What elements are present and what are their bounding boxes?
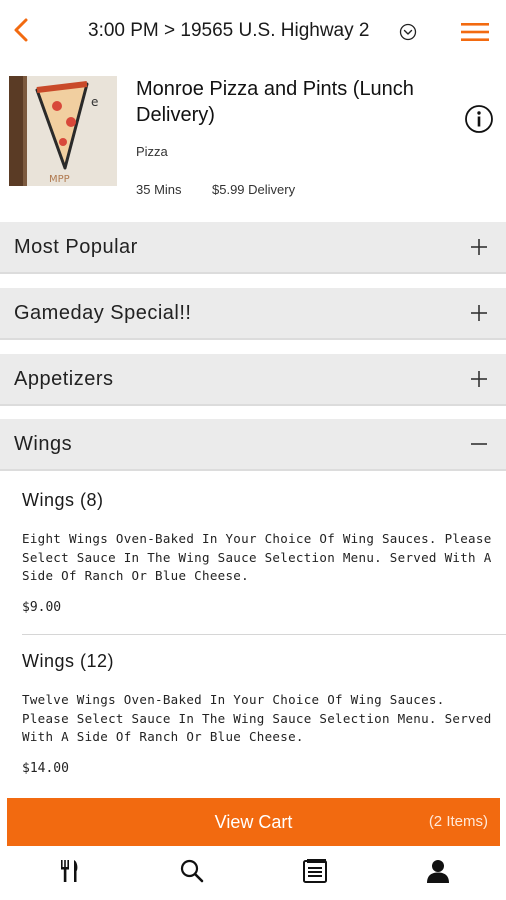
plus-icon [471,371,487,387]
restaurant-photo: MPP e [9,76,117,186]
menu-button[interactable] [460,21,490,43]
category-label: Appetizers [14,368,114,390]
cart-item-count: (2 Items) [428,813,488,830]
category-label: Wings [14,433,73,455]
svg-text:MPP: MPP [49,174,70,185]
info-icon [465,105,493,133]
item-name: Wings (12) [22,651,115,671]
delivery-time-address[interactable]: 3:00 PM > 19565 U.S. Highway 2 [88,20,369,42]
category-wings[interactable]: Wings [0,419,506,471]
menu-item[interactable]: Wings (8) Eight Wings Oven-Baked In Your… [0,490,506,636]
orders-list-icon [303,859,327,883]
tab-profile[interactable] [423,856,453,886]
minus-icon [471,443,487,445]
category-label: Gameday Special!! [14,302,192,324]
search-icon [180,859,204,883]
tab-search[interactable] [177,856,207,886]
restaurant-header: MPP e Monroe Pizza and Pints (Lunch Deli… [0,62,506,222]
category-most-popular[interactable]: Most Popular [0,222,506,274]
item-description: Twelve Wings Oven-Baked In Your Choice O… [22,692,492,744]
user-profile-icon [427,860,449,883]
bottom-tab-bar [0,846,506,900]
category-gameday-special[interactable]: Gameday Special!! [0,288,506,340]
svg-text:e: e [91,95,98,109]
category-appetizers[interactable]: Appetizers [0,354,506,406]
plus-icon [471,239,487,255]
delivery-time: 35 Mins [136,182,182,197]
delivery-fee: $5.99 Delivery [212,182,296,197]
top-header: 3:00 PM > 19565 U.S. Highway 2 [0,0,506,62]
item-price: $9.00 [22,600,62,615]
restaurant-name: Monroe Pizza and Pints (Lunch Delivery) [136,78,414,126]
restaurant-info-button[interactable] [464,104,494,134]
item-description: Eight Wings Oven-Baked In Your Choice Of… [22,531,492,583]
plus-icon [471,305,487,321]
item-price: $14.00 [22,761,69,776]
view-cart-button[interactable]: View Cart (2 Items) [7,798,500,846]
tab-orders[interactable] [300,856,330,886]
view-cart-label: View Cart [214,812,293,832]
chevron-down-circle-icon [399,23,417,41]
tab-menu[interactable] [55,856,85,886]
divider [22,634,506,635]
item-name: Wings (8) [22,490,104,510]
address-dropdown-button[interactable] [399,23,417,41]
back-button[interactable] [10,15,34,45]
restaurant-category: Pizza [136,144,168,159]
category-label: Most Popular [14,236,138,258]
chevron-left-icon [14,18,28,42]
menu-item[interactable]: Wings (12) Twelve Wings Oven-Baked In Yo… [0,651,506,797]
hamburger-menu-icon [461,23,489,41]
fork-knife-icon [61,860,78,882]
